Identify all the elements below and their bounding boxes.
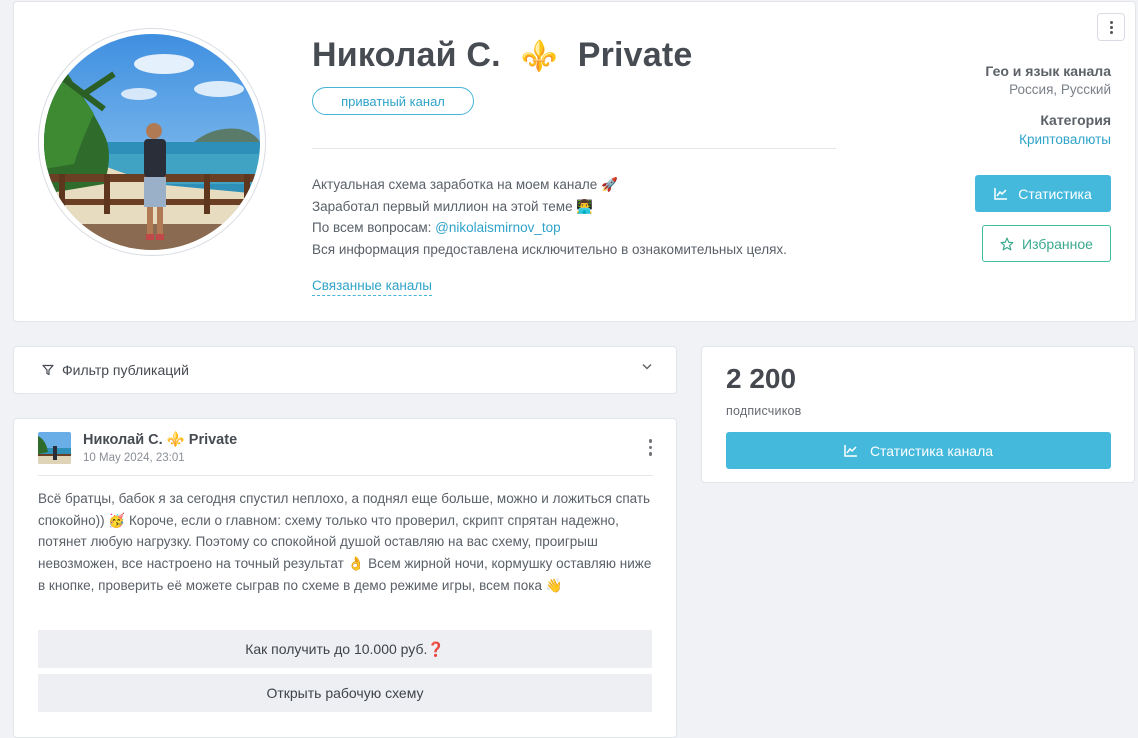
publication-filter[interactable]: Фильтр публикаций: [13, 346, 677, 394]
channel-description: Актуальная схема заработка на моем канал…: [312, 174, 787, 260]
post-author[interactable]: Николай С. ⚜️ Private: [83, 431, 237, 448]
line-chart-icon: [844, 445, 857, 457]
filter-label: Фильтр публикаций: [62, 362, 189, 378]
description-line: Актуальная схема заработка на моем канал…: [312, 177, 618, 192]
line-chart-icon: [994, 188, 1008, 200]
contact-handle-link[interactable]: @nikolaismirnov_top: [435, 220, 561, 235]
statistics-button[interactable]: Статистика: [975, 175, 1111, 212]
more-vertical-icon[interactable]: [648, 439, 652, 456]
subscriber-label: подписчиков: [726, 404, 802, 418]
statistics-label: Статистика: [1018, 185, 1092, 202]
header-divider: [312, 148, 836, 149]
favorite-button[interactable]: Избранное: [982, 225, 1111, 262]
category-link[interactable]: Криптовалюты: [1019, 132, 1111, 147]
geo-label: Гео и язык канала: [985, 63, 1111, 79]
more-vertical-icon[interactable]: [1097, 13, 1125, 41]
post-inline-button[interactable]: Открыть рабочую схему: [38, 674, 652, 712]
channel-name-suffix: Private: [577, 36, 693, 74]
post-inline-button[interactable]: Как получить до 10.000 руб.❓: [38, 630, 652, 668]
channel-statistics-button[interactable]: Статистика канала: [726, 432, 1111, 469]
related-channels-link[interactable]: Связанные каналы: [312, 278, 432, 296]
chevron-down-icon[interactable]: [642, 363, 652, 370]
contact-prefix: По всем вопросам:: [312, 220, 436, 235]
geo-value: Россия, Русский: [1009, 82, 1111, 97]
private-channel-badge: приватный канал: [312, 87, 474, 115]
post-text: Всё братцы, бабок я за сегодня спустил н…: [38, 491, 652, 593]
favorite-label: Избранное: [1022, 235, 1093, 252]
subscriber-count: 2 200: [726, 363, 797, 394]
channel-name: Николай С.: [312, 36, 501, 74]
description-contact: По всем вопросам: @nikolaismirnov_top: [312, 217, 787, 239]
subscribers-card: 2 200 подписчиков Статистика канала: [701, 346, 1135, 483]
description-disclaimer: Вся информация предоставлена исключитель…: [312, 241, 787, 257]
category-label: Категория: [1040, 112, 1111, 128]
description-line: Заработал первый миллион на этой теме 👨‍…: [312, 198, 594, 214]
avatar-photo: [44, 34, 260, 250]
star-icon: [1000, 237, 1014, 250]
post-card: Николай С. ⚜️ Private 10 May 2024, 23:01…: [13, 418, 677, 738]
post-date: 10 May 2024, 23:01: [83, 452, 185, 464]
channel-avatar: [38, 28, 266, 256]
post-divider: [38, 475, 653, 476]
filter-icon: [42, 364, 54, 376]
channel-header-card: Николай С. ⚜️ Private приватный канал Ак…: [13, 1, 1136, 322]
post-avatar: [38, 432, 71, 464]
fleur-de-lis-icon: ⚜️: [520, 40, 559, 73]
channel-statistics-label: Статистика канала: [869, 442, 994, 459]
channel-title: Николай С. ⚜️ Private: [312, 36, 693, 75]
